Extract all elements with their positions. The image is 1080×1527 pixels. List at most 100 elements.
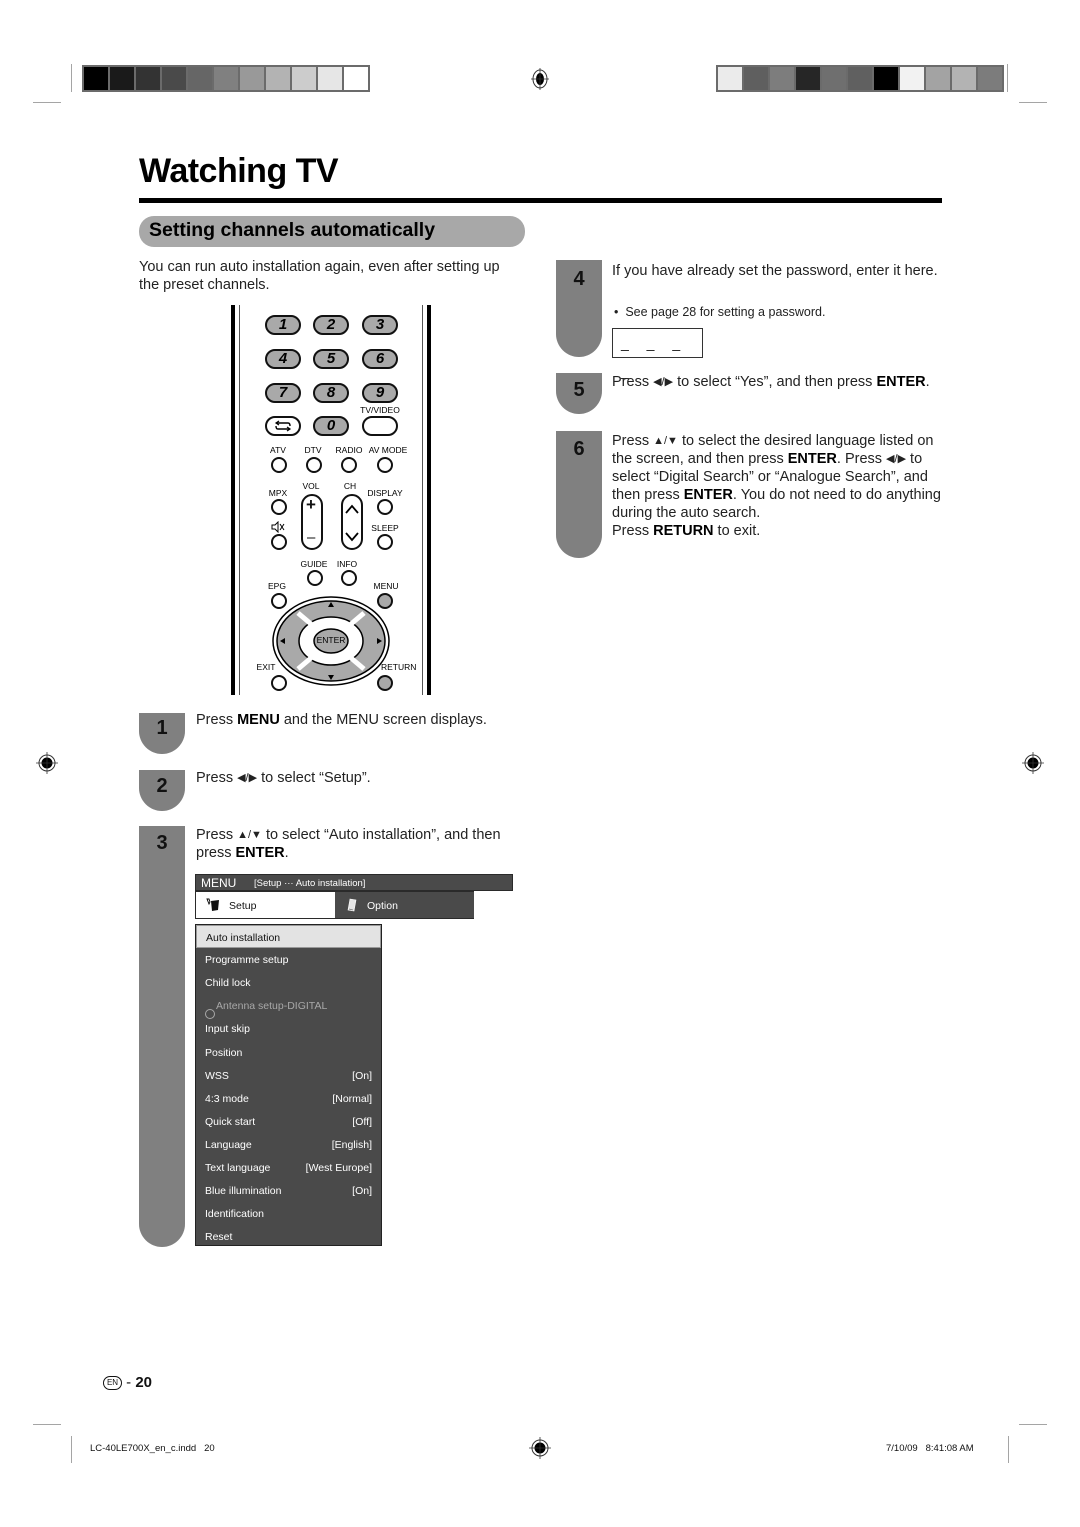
tv-menu-item-value: [English] (331, 1138, 372, 1151)
enter-label: ENTER (316, 635, 346, 645)
mute-icon (271, 521, 285, 533)
tv-menu-item-label: Input skip (205, 1023, 250, 1036)
tv-menu-item-label: Quick start (205, 1115, 256, 1128)
remote-radio-button (341, 457, 357, 473)
remote-dtv-button (306, 457, 322, 473)
crop-mark (71, 1436, 72, 1463)
language-badge: EN (103, 1376, 122, 1390)
tv-menu-item[interactable]: Language [English] (196, 1133, 381, 1156)
chevron-down-icon (345, 532, 359, 542)
color-swatch (136, 67, 160, 90)
color-swatch (240, 67, 264, 90)
crop-mark (1019, 102, 1047, 103)
registration-target-icon (1022, 752, 1044, 774)
tv-menu-item[interactable]: Blue illumination [On] (196, 1179, 381, 1202)
remote-tv-video-key (362, 416, 398, 436)
tv-menu-item[interactable]: Auto installation (196, 925, 381, 948)
tv-menu-item[interactable]: ⃠Antenna setup-DIGITAL (196, 994, 381, 1020)
color-swatch (84, 67, 108, 90)
tv-menu-item[interactable]: Input skip (196, 1017, 381, 1040)
remote-key-5: 5 (313, 349, 349, 369)
page-title: Watching TV (139, 152, 339, 190)
password-input[interactable]: _ _ _ _ (612, 328, 703, 379)
remote-flashback-key (265, 416, 301, 436)
intro-paragraph: You can run auto installation again, eve… (139, 259, 500, 293)
ch-label: CH (343, 481, 357, 491)
crop-mark (33, 102, 61, 103)
tab-option[interactable]: Option (335, 892, 474, 918)
crop-mark (1007, 64, 1008, 92)
tv-menu-item-value: [Normal] (332, 1092, 372, 1105)
color-swatch (744, 67, 768, 90)
left-right-arrows-icon: ◀/▶ (237, 772, 258, 784)
step-number: 5 (573, 379, 585, 401)
menu-label: MENU (373, 581, 399, 591)
tv-menu-item[interactable]: Quick start [Off] (196, 1110, 381, 1133)
color-swatch (188, 67, 212, 90)
color-swatch (214, 67, 238, 90)
remote-key-6: 6 (362, 349, 398, 369)
left-right-arrows-icon: ◀/▶ (653, 376, 674, 388)
tab-setup[interactable]: Setup (196, 892, 335, 918)
color-swatch (110, 67, 134, 90)
tv-menu-item-label: Identification (205, 1208, 264, 1221)
remote-edge (427, 305, 431, 695)
color-swatch (162, 67, 186, 90)
tv-menu-item-label: 4:3 mode (205, 1092, 249, 1105)
tv-menu-item[interactable]: 4:3 mode [Normal] (196, 1087, 381, 1110)
color-swatch (926, 67, 950, 90)
tv-menu-item[interactable]: Programme setup (196, 948, 381, 971)
remote-key-3: 3 (362, 315, 398, 335)
remote-channel-rocker (341, 494, 363, 550)
tv-menu-item[interactable]: Identification (196, 1202, 381, 1225)
crop-mark (1008, 1436, 1009, 1463)
chevron-up-icon (345, 504, 359, 514)
tv-menu-item-label: Programme setup (205, 954, 289, 967)
step-number: 1 (156, 717, 168, 739)
color-swatch (770, 67, 794, 90)
up-down-arrows-icon: ▲/▼ (237, 829, 262, 841)
step-1-text: Press MENU and the MENU screen displays. (196, 712, 487, 728)
crop-mark (71, 64, 72, 92)
tv-menu-item-value: [On] (352, 1185, 372, 1198)
tv-menu-item[interactable]: Position (196, 1041, 381, 1064)
grayscale-color-bar-right (716, 65, 1004, 92)
remote-volume-rocker: + – (301, 494, 323, 550)
section-heading: Setting channels automatically (139, 216, 525, 247)
remote-edge (231, 305, 235, 695)
left-right-arrows-icon: ◀/▶ (886, 453, 907, 465)
registration-target-icon (36, 752, 58, 774)
tv-menu-item[interactable]: WSS [On] (196, 1064, 381, 1087)
atv-label: ATV (270, 445, 286, 455)
remote-key-4: 4 (265, 349, 301, 369)
step-marker (139, 826, 185, 1247)
sleep-label: SLEEP (371, 523, 399, 533)
remote-key-9: 9 (362, 383, 398, 403)
tv-menu-item[interactable]: Reset (196, 1225, 381, 1248)
tv-menu-item[interactable]: Child lock (196, 971, 381, 994)
section-heading-text: Setting channels automatically (149, 219, 436, 241)
remote-edge-inner (239, 305, 240, 695)
step-2-text: Press ◀/▶ to select “Setup”. (196, 770, 371, 786)
option-icon (347, 898, 357, 912)
tv-menu-item-label: Auto installation (206, 932, 281, 944)
grayscale-color-bar-left (82, 65, 370, 92)
tv-menu-item-label: WSS (205, 1069, 229, 1082)
remote-atv-button (271, 457, 287, 473)
remote-key-8: 8 (313, 383, 349, 403)
color-swatch (848, 67, 872, 90)
epg-label: EPG (268, 581, 286, 591)
step-6-text: Press ▲/▼ to select the desired language… (612, 433, 941, 539)
tv-menu-item[interactable]: Text language [West Europe] (196, 1156, 381, 1179)
registration-target-icon (531, 68, 549, 90)
color-swatch (900, 67, 924, 90)
remote-av-mode-button (377, 457, 393, 473)
remote-key-0: 0 (313, 416, 349, 436)
av-mode-label: AV MODE (368, 445, 408, 455)
bullet-icon: • (614, 305, 626, 319)
return-label: RETURN (381, 662, 417, 672)
step-number: 4 (573, 268, 585, 290)
tv-menu-item-label: Language (205, 1138, 252, 1151)
tv-menu-tabs: Setup Option (195, 891, 474, 919)
remote-key-7: 7 (265, 383, 301, 403)
